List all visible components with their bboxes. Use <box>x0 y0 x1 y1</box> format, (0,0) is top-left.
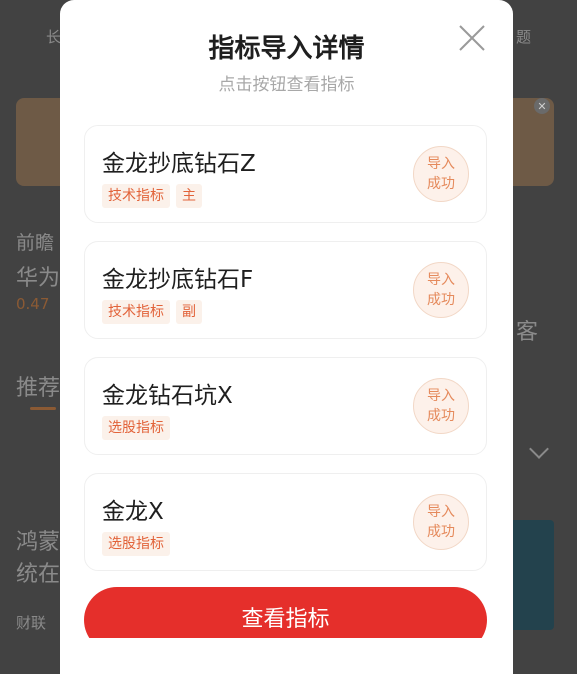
bg-news-extra: 客 <box>516 320 539 345</box>
indicator-card[interactable]: 金龙抄底钻石F 技术指标 副 导入 成功 <box>84 241 487 339</box>
bg-banner-close-icon: ✕ <box>534 98 550 114</box>
status-line1: 导入 <box>427 388 455 404</box>
indicator-tags: 技术指标 副 <box>102 300 202 324</box>
import-success-badge: 导入 成功 <box>413 146 469 202</box>
indicator-position-tag: 副 <box>176 300 202 324</box>
bg-news2-line2: 统在 <box>16 562 61 587</box>
bg-chevron-down-icon <box>529 439 549 459</box>
status-line2: 成功 <box>427 176 455 192</box>
indicator-type-tag: 选股指标 <box>102 532 170 556</box>
bg-section-underline <box>30 407 56 410</box>
status-line2: 成功 <box>427 408 455 424</box>
status-line1: 导入 <box>427 272 455 288</box>
indicator-name: 金龙抄底钻石F <box>102 267 254 293</box>
modal-bottom-edge <box>60 638 513 674</box>
indicator-type-tag: 选股指标 <box>102 416 170 440</box>
import-success-badge: 导入 成功 <box>413 494 469 550</box>
import-success-badge: 导入 成功 <box>413 378 469 434</box>
bg-tab-left: 长 <box>46 28 62 46</box>
import-details-modal: 指标导入详情 点击按钮查看指标 金龙抄底钻石Z 技术指标 主 导入 成功 金龙抄… <box>60 0 513 674</box>
indicator-card[interactable]: 金龙抄底钻石Z 技术指标 主 导入 成功 <box>84 125 487 223</box>
indicator-position-tag: 主 <box>176 184 202 208</box>
indicator-tags: 选股指标 <box>102 416 170 440</box>
indicator-type-tag: 技术指标 <box>102 300 170 324</box>
bg-section-title: 推荐 <box>16 376 61 401</box>
indicator-name: 金龙抄底钻石Z <box>102 151 256 177</box>
indicator-tags: 选股指标 <box>102 532 170 556</box>
indicator-name: 金龙钻石坑X <box>102 383 233 409</box>
indicator-card[interactable]: 金龙X 选股指标 导入 成功 <box>84 473 487 571</box>
indicator-name: 金龙X <box>102 499 164 525</box>
status-line2: 成功 <box>427 292 455 308</box>
close-button[interactable] <box>456 22 488 54</box>
bg-news-line1: 前瞻 <box>16 232 55 254</box>
import-success-badge: 导入 成功 <box>413 262 469 318</box>
bg-tab-right: 题 <box>516 28 532 46</box>
close-icon <box>459 25 485 51</box>
indicator-card[interactable]: 金龙钻石坑X 选股指标 导入 成功 <box>84 357 487 455</box>
bg-news2-line1: 鸿蒙 <box>16 530 61 555</box>
modal-title: 指标导入详情 <box>208 34 365 64</box>
bg-news2-source: 财联 <box>16 614 47 632</box>
status-line2: 成功 <box>427 524 455 540</box>
bg-news-value: 0.47 <box>16 295 50 313</box>
status-line1: 导入 <box>427 504 455 520</box>
bg-news-line2: 华为 <box>16 266 61 291</box>
status-line1: 导入 <box>427 156 455 172</box>
indicator-tags: 技术指标 主 <box>102 184 202 208</box>
indicator-type-tag: 技术指标 <box>102 184 170 208</box>
modal-subtitle: 点击按钮查看指标 <box>218 75 355 95</box>
